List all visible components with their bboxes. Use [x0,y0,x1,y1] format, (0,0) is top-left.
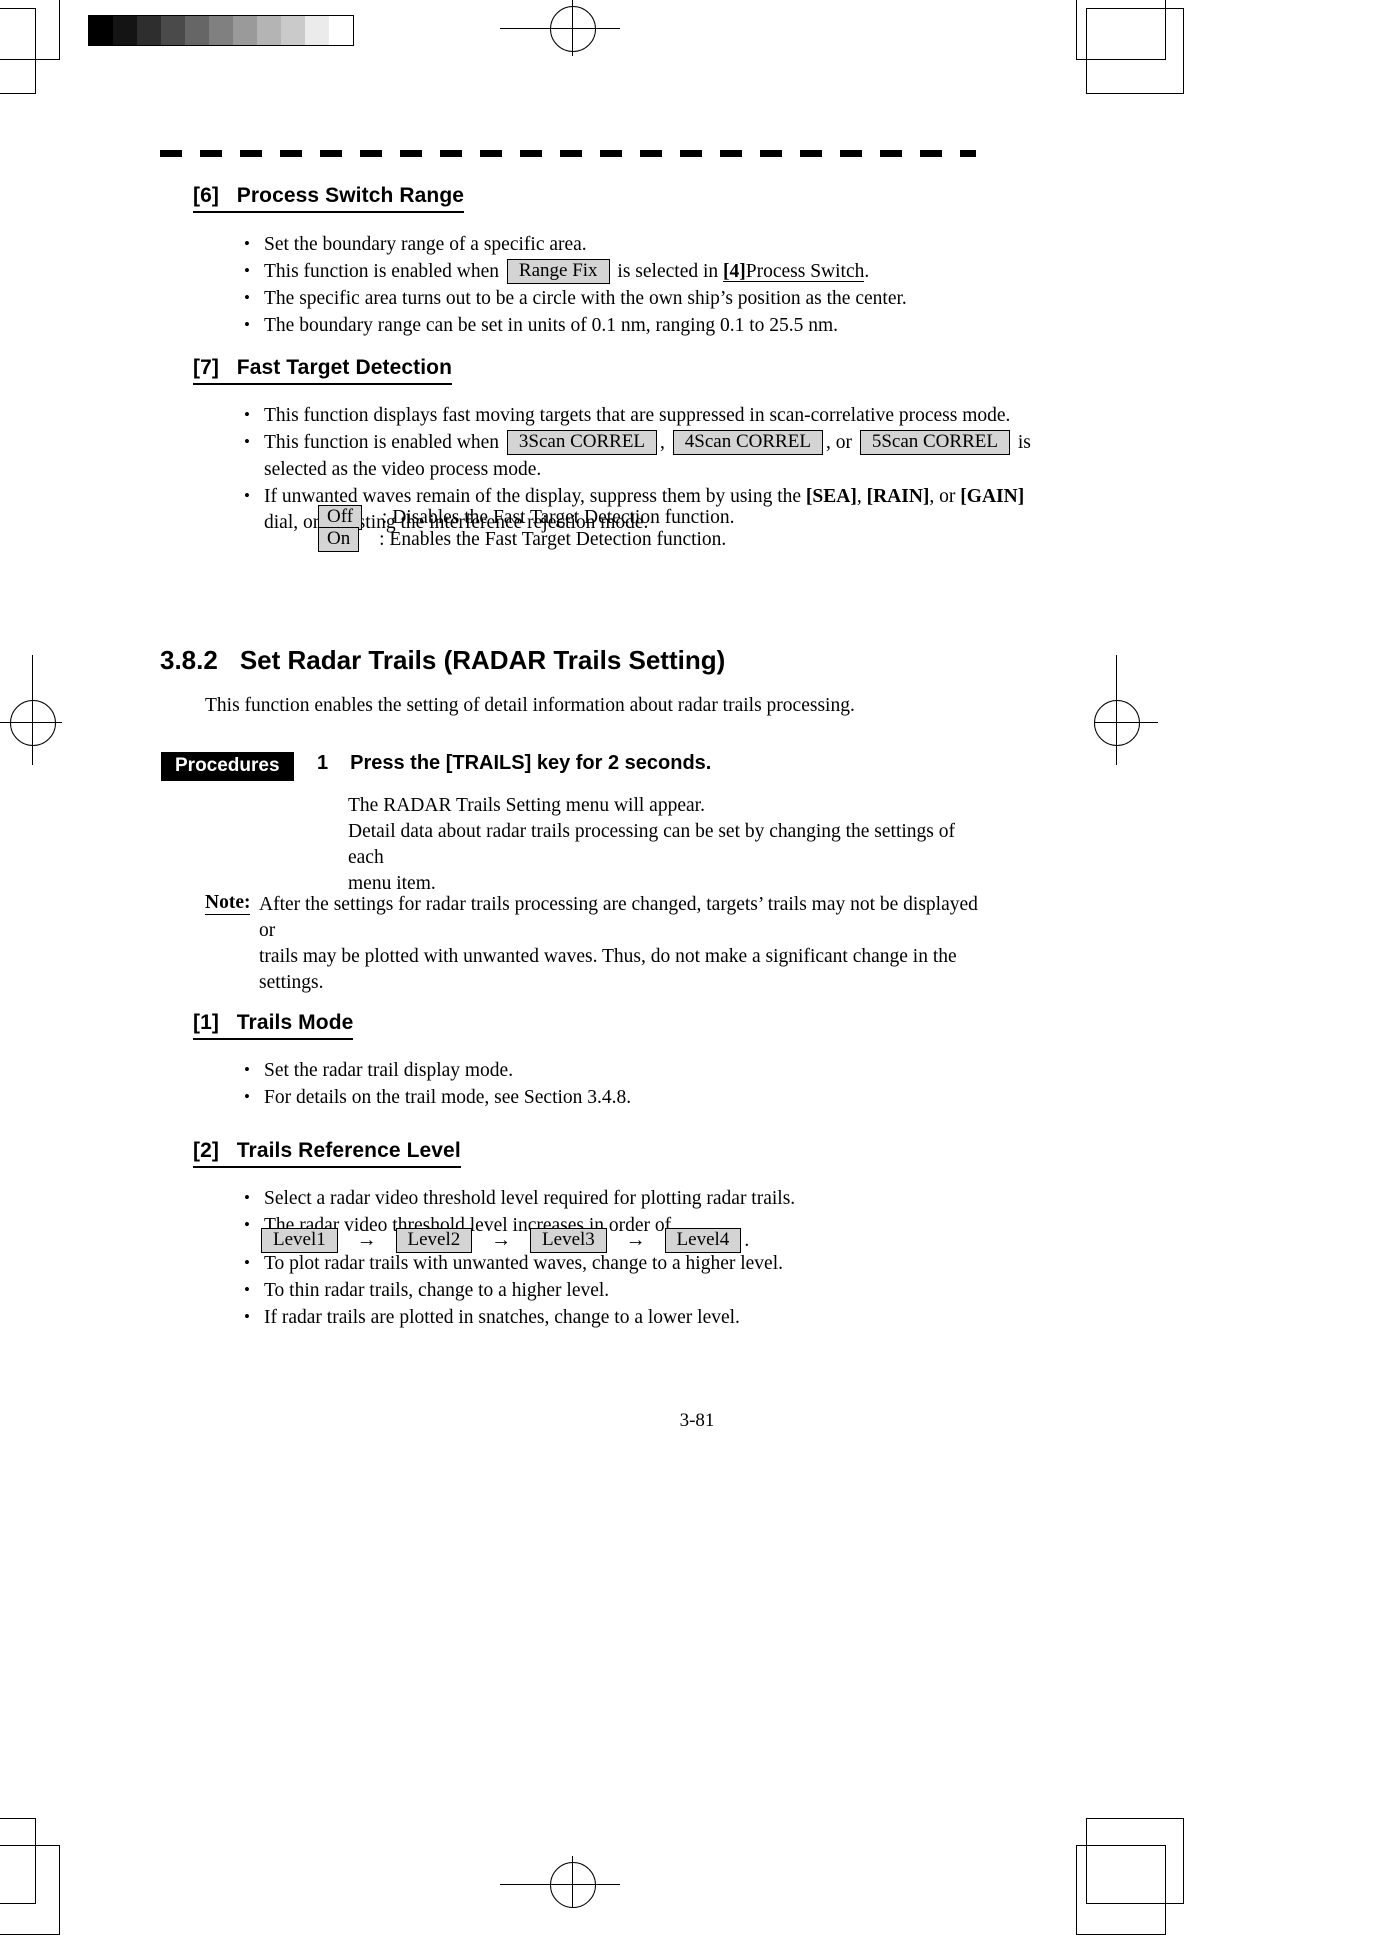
heading-382-number: 3.8.2 [160,645,218,675]
procedure-step-1: 1 Press the [TRAILS] key for 2 seconds. [317,752,711,775]
arrow-3-icon: → [625,1229,646,1251]
key-gain: [GAIN] [960,485,1025,507]
list-item: To thin radar trails, change to a higher… [241,1277,1001,1305]
procedures-tag: Procedures [161,752,294,781]
section-1-bullet-list: Set the radar trail display mode. For de… [241,1057,941,1112]
cross-reference-number: [4] [723,261,746,282]
heading-6-number: [6] [193,184,219,207]
heading-2-number: [2] [193,1139,219,1162]
heading-2-trails-reference-level: [2] Trails Reference Level [193,1139,461,1168]
menu-option-level2[interactable]: Level2 [395,1228,473,1253]
key-sea: [SEA] [805,485,857,507]
menu-option-3scan-correl[interactable]: 3Scan CORREL [506,430,658,455]
heading-6-process-switch-range: [6] Process Switch Range [193,184,465,213]
note-line-3: settings. [259,972,324,993]
note-body: After the settings for radar trails proc… [259,892,999,996]
menu-option-range-fix[interactable]: Range Fix [506,259,610,284]
heading-1-title: Trails Mode [236,1011,354,1034]
note-line-1: After the settings for radar trails proc… [259,894,978,941]
heading-6-title: Process Switch Range [236,184,465,207]
heading-1-number: [1] [193,1011,219,1034]
arrow-1-icon: → [356,1229,377,1251]
heading-2-title: Trails Reference Level [236,1139,461,1162]
list-item: Select a radar video threshold level req… [241,1185,1001,1213]
level-chain-period: . [744,1230,750,1251]
menu-option-on[interactable]: On [318,527,360,552]
option-row-on: On : Enables the Fast Target Detection f… [315,526,726,553]
list-item: The specific area turns out to be a circ… [241,285,1001,313]
cross-reference-title: Process Switch [745,261,865,282]
menu-option-level1[interactable]: Level1 [261,1228,338,1253]
section-382-intro: This function enables the setting of det… [205,695,855,716]
dashed-separator-rule [160,150,976,157]
option-off-description: : Disables the Fast Target Detection fun… [381,507,735,528]
heading-382-title: Set Radar Trails (RADAR Trails Setting) [239,645,726,675]
page-number-footer: 3-81 [679,1410,715,1431]
list-item: To plot radar trails with unwanted waves… [241,1250,1001,1278]
note-line-2: trails may be plotted with unwanted wave… [259,946,957,967]
heading-7-number: [7] [193,356,219,379]
threshold-level-chain: Level1 → Level2 → Level3 → Level4. [258,1228,749,1253]
step-detail-line-3: menu item. [348,873,436,894]
menu-option-level3[interactable]: Level3 [530,1228,607,1253]
note-label: Note: [205,892,251,915]
list-item: Set the radar trail display mode. [241,1057,941,1085]
menu-option-level4[interactable]: Level4 [664,1228,742,1253]
list-item: For details on the trail mode, see Secti… [241,1084,941,1112]
section-2-bullet-list-bottom: To plot radar trails with unwanted waves… [241,1250,1001,1332]
key-rain: [RAIN] [866,485,930,507]
list-item: The boundary range can be set in units o… [241,312,1001,340]
procedure-step-1-number: 1 [317,752,329,774]
list-item: If radar trails are plotted in snatches,… [241,1304,1001,1332]
option-on-description: : Enables the Fast Target Detection func… [379,529,727,550]
list-item: This function is enabled when Range Fix … [241,258,1001,286]
menu-option-4scan-correl[interactable]: 4Scan CORREL [672,430,823,455]
document-page: [6] Process Switch Range Set the boundar… [0,0,1394,1908]
arrow-2-icon: → [491,1229,512,1251]
procedure-step-1-detail: The RADAR Trails Setting menu will appea… [348,793,988,897]
list-item: This function displays fast moving targe… [241,402,1031,430]
heading-1-trails-mode: [1] Trails Mode [193,1011,354,1040]
heading-382-set-radar-trails: 3.8.2 Set Radar Trails (RADAR Trails Sett… [160,645,725,676]
section-6-bullet-list: Set the boundary range of a specific are… [241,231,1001,340]
menu-option-5scan-correl[interactable]: 5Scan CORREL [859,430,1010,455]
step-detail-line-1: The RADAR Trails Setting menu will appea… [348,795,705,816]
list-item: Set the boundary range of a specific are… [241,231,1001,259]
heading-7-fast-target-detection: [7] Fast Target Detection [193,356,453,385]
procedure-step-1-text: Press the [TRAILS] key for 2 seconds. [350,752,712,774]
heading-7-title: Fast Target Detection [236,356,453,379]
list-item: This function is enabled when 3Scan CORR… [241,429,1031,483]
step-detail-line-2: Detail data about radar trails processin… [348,821,956,868]
